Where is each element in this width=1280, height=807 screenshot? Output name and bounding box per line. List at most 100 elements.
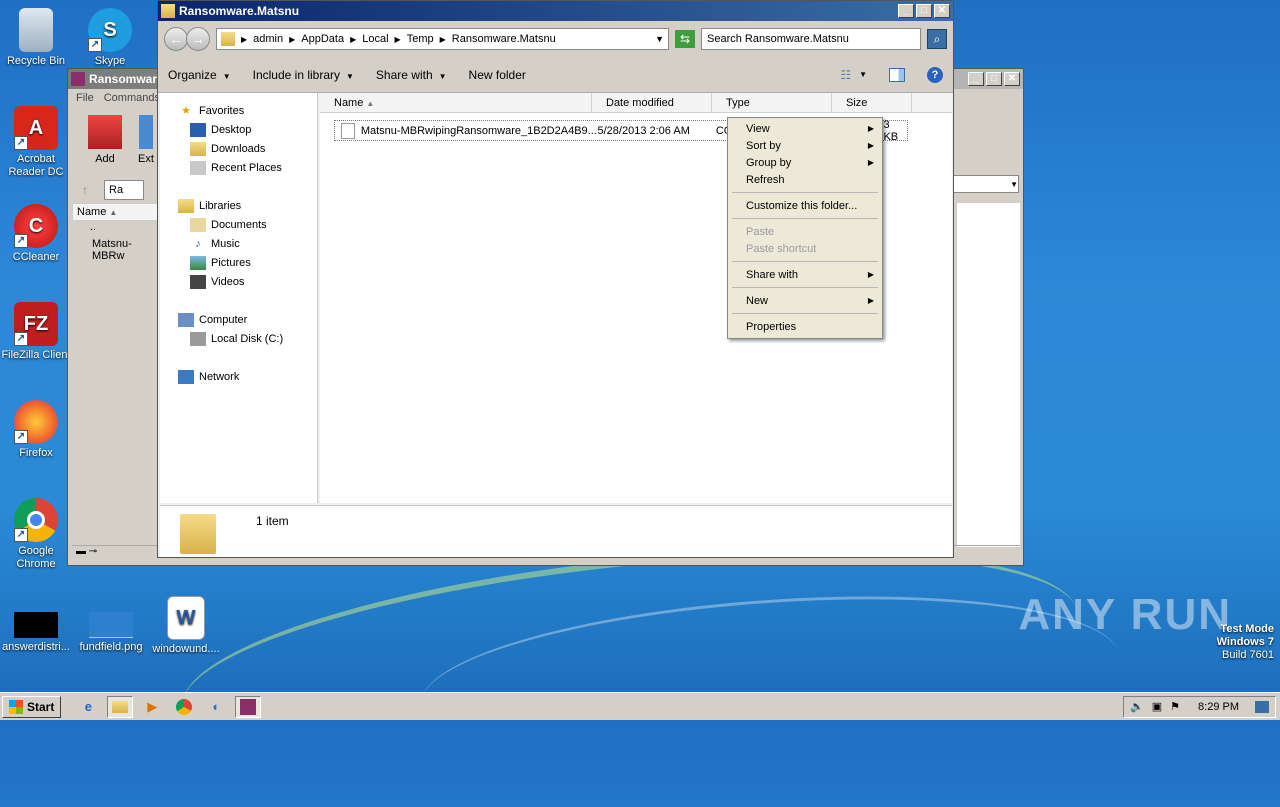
nav-downloads[interactable]: Downloads	[160, 139, 317, 158]
organize-label: Organize	[168, 67, 217, 82]
nav-music[interactable]: ♪ Music	[160, 234, 317, 253]
add-button[interactable]: Add	[88, 115, 122, 171]
desktop-icon-recycle-bin[interactable]: Recycle Bin	[0, 8, 74, 68]
chevron-right-icon[interactable]: ▶	[350, 35, 356, 44]
menu-item-properties[interactable]: Properties	[730, 318, 880, 335]
close-button[interactable]: ✕	[1004, 72, 1020, 86]
winrar-col-name[interactable]: Name ▲	[72, 203, 158, 221]
search-input[interactable]: Search Ransomware.Matsnu	[701, 28, 921, 50]
winrar-path-field[interactable]: Ra	[104, 180, 144, 200]
nav-libraries[interactable]: Libraries	[160, 196, 317, 215]
address-bar[interactable]: ▶ admin ▶ AppData ▶ Local ▶ Temp ▶ Ranso…	[216, 28, 669, 50]
explorer-titlebar[interactable]: Ransomware.Matsnu _ □ ✕	[158, 1, 953, 21]
minimize-button[interactable]: _	[898, 4, 914, 18]
chevron-right-icon[interactable]: ▶	[241, 35, 247, 44]
firefox-icon: ↗	[14, 400, 58, 444]
breadcrumb-item[interactable]: Local	[362, 33, 388, 45]
nav-local-disk[interactable]: Local Disk (C:)	[160, 329, 317, 348]
edge-icon[interactable]: ◐	[203, 696, 229, 718]
help-icon[interactable]: ?	[927, 66, 943, 83]
breadcrumb-item[interactable]: admin	[253, 33, 283, 45]
col-type[interactable]: Type	[712, 93, 832, 112]
winrar-taskbar-icon[interactable]	[235, 695, 262, 718]
nav-videos[interactable]: Videos	[160, 272, 317, 291]
menu-item-customize[interactable]: Customize this folder...	[730, 197, 880, 214]
chevron-right-icon[interactable]: ▶	[289, 35, 295, 44]
nav-favorites[interactable]: ★ Favorites	[160, 101, 317, 120]
desktop-icon-ccleaner[interactable]: C ↗ CCleaner	[0, 204, 74, 264]
desktop-icon-acrobat[interactable]: A ↗ Acrobat Reader DC	[0, 106, 74, 179]
ie-icon[interactable]: e	[75, 696, 101, 718]
network-icon	[178, 369, 194, 384]
menu-item-new[interactable]: New ▶	[730, 292, 880, 309]
documents-icon	[190, 217, 206, 232]
submenu-arrow-icon: ▶	[867, 124, 874, 133]
explorer-taskbar-icon[interactable]	[107, 695, 134, 718]
chevron-down-icon[interactable]: ▼	[859, 70, 867, 79]
maximize-button[interactable]: □	[916, 4, 932, 18]
desktop-icon-fundfield[interactable]: fundfield.png	[73, 612, 149, 654]
list-item[interactable]: ..	[72, 221, 158, 238]
menu-item-refresh[interactable]: Refresh	[730, 171, 880, 188]
list-item[interactable]: Matsnu-MBRw	[72, 238, 158, 262]
share-with-button[interactable]: Share with ▼	[376, 68, 447, 82]
search-icon[interactable]: ⌕	[927, 29, 947, 49]
desktop-icon-firefox[interactable]: ↗ Firefox	[0, 400, 74, 460]
nav-computer[interactable]: Computer	[160, 310, 317, 329]
menu-label: Customize this folder...	[746, 199, 858, 212]
new-folder-button[interactable]: New folder	[469, 68, 526, 82]
menu-item-share-with[interactable]: Share with ▶	[730, 266, 880, 283]
maximize-button[interactable]: □	[986, 72, 1002, 86]
desktop-icon-filezilla[interactable]: FZ ↗ FileZilla Client	[0, 302, 74, 362]
nav-network[interactable]: Network	[160, 367, 317, 386]
menu-item-group-by[interactable]: Group by ▶	[730, 154, 880, 171]
desktop-icon-windowund[interactable]: W windowund....	[148, 596, 224, 656]
nav-desktop[interactable]: Desktop	[160, 120, 317, 139]
organize-button[interactable]: Organize ▼	[168, 68, 231, 82]
nav-recent-places[interactable]: Recent Places	[160, 158, 317, 177]
col-date-modified[interactable]: Date modified	[592, 93, 712, 112]
extract-button[interactable]: Ext	[138, 115, 154, 171]
start-button[interactable]: Start	[2, 695, 62, 718]
submenu-arrow-icon: ▶	[867, 141, 874, 150]
computer-icon	[178, 312, 194, 327]
chevron-right-icon[interactable]: ▶	[440, 35, 446, 44]
col-size[interactable]: Size	[832, 93, 912, 112]
network-tray-icon[interactable]: ▣	[1152, 700, 1162, 713]
show-desktop-icon[interactable]	[1255, 700, 1269, 713]
desktop-icon	[190, 122, 206, 137]
include-in-library-button[interactable]: Include in library ▼	[253, 68, 354, 82]
minimize-button[interactable]: _	[968, 72, 984, 86]
chrome-taskbar-icon[interactable]	[171, 696, 197, 718]
back-button[interactable]: ←	[164, 27, 188, 51]
flag-icon[interactable]: ⚑	[1170, 700, 1180, 713]
view-options-icon[interactable]: ☷	[840, 68, 851, 82]
desktop-icon-answerdistri[interactable]: answerdistri...	[0, 612, 74, 654]
menu-commands[interactable]: Commands	[104, 92, 160, 106]
chevron-down-icon[interactable]: ▼	[655, 34, 664, 44]
path-dropdown[interactable]: ▼	[953, 175, 1019, 193]
clock[interactable]: 8:29 PM	[1198, 701, 1239, 713]
chevron-right-icon[interactable]: ▶	[395, 35, 401, 44]
refresh-icon[interactable]: ⇆	[675, 30, 695, 48]
col-name[interactable]: Name ▲	[320, 93, 592, 112]
preview-pane-icon[interactable]	[889, 67, 905, 82]
breadcrumb-item[interactable]: AppData	[301, 33, 344, 45]
volume-icon[interactable]: 🔈	[1130, 700, 1144, 713]
close-button[interactable]: ✕	[934, 4, 950, 18]
nav-pictures[interactable]: Pictures	[160, 253, 317, 272]
nav-label: Downloads	[211, 142, 266, 155]
extract-icon	[138, 115, 153, 149]
forward-button[interactable]: →	[186, 27, 210, 51]
media-player-icon[interactable]: ▶	[139, 696, 165, 718]
menu-file[interactable]: File	[76, 92, 94, 106]
nav-documents[interactable]: Documents	[160, 215, 317, 234]
menu-item-sort-by[interactable]: Sort by ▶	[730, 137, 880, 154]
desktop-icon-chrome[interactable]: ↗ Google Chrome	[0, 498, 74, 571]
breadcrumb-item[interactable]: Ransomware.Matsnu	[452, 33, 556, 45]
menu-item-view[interactable]: View ▶	[730, 120, 880, 137]
breadcrumb-item[interactable]: Temp	[407, 33, 434, 45]
desktop-icon-skype[interactable]: S ↗ Skype	[72, 8, 148, 68]
menu-label: Refresh	[746, 173, 785, 186]
up-arrow-icon[interactable]: ↑	[82, 183, 88, 197]
